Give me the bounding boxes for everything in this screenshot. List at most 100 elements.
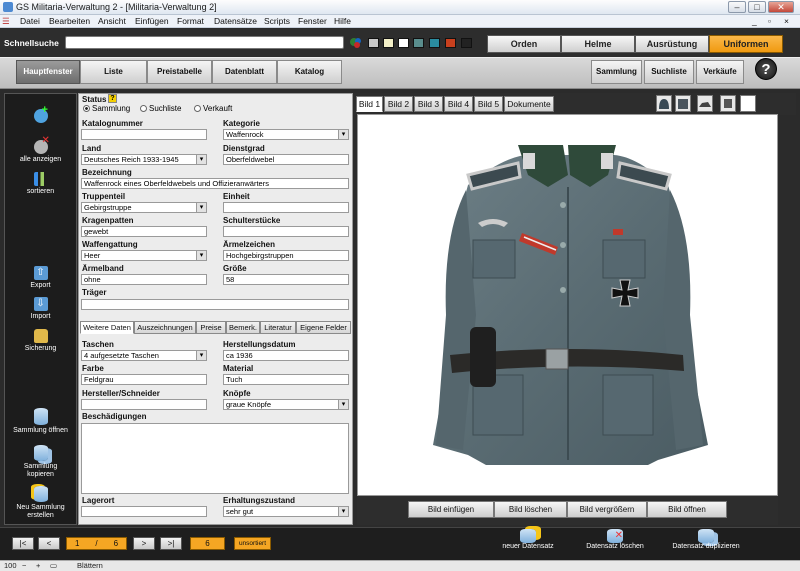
nav-sammlung[interactable]: Sammlung <box>591 60 642 84</box>
copy-collection-button[interactable]: Sammlung kopieren <box>4 445 77 479</box>
menu-bearbeiten[interactable]: Bearbeiten <box>49 16 90 27</box>
category-tab-ausruestung[interactable]: Ausrüstung <box>635 35 709 53</box>
menu-format[interactable]: Format <box>177 16 204 27</box>
material-field[interactable]: Tuch <box>223 374 349 385</box>
mdi-restore-button[interactable]: ▫ <box>768 16 771 27</box>
knoepfe-select[interactable]: graue Knöpfe <box>223 399 349 410</box>
taschen-select[interactable]: 4 aufgesetzte Taschen <box>81 350 207 361</box>
mdi-minimize-button[interactable]: _ <box>752 16 757 27</box>
einheit-field[interactable] <box>223 202 349 213</box>
sort-button[interactable]: sortieren <box>4 172 77 196</box>
open-collection-button[interactable]: Sammlung öffnen <box>4 408 77 435</box>
schulterstuecke-field[interactable] <box>223 226 349 237</box>
bezeichnung-field[interactable]: Waffenrock eines Oberfeldwebels und Offi… <box>81 178 349 189</box>
insert-image-button[interactable]: Bild einfügen <box>408 501 494 518</box>
dienstgrad-field[interactable]: Oberfeldwebel <box>223 154 349 165</box>
thumbnail-badge-icon[interactable] <box>720 95 736 112</box>
thumbnail-cap-icon[interactable] <box>697 95 713 112</box>
new-record-button[interactable]: neuer Datensatz <box>498 529 558 551</box>
menu-ansicht[interactable]: Ansicht <box>98 16 126 27</box>
color-swatch[interactable] <box>413 38 424 48</box>
color-swatch[interactable] <box>429 38 440 48</box>
delete-record-button[interactable]: ✕ Datensatz löschen <box>580 529 650 551</box>
herstellungsdatum-field[interactable]: ca 1936 <box>223 350 349 361</box>
color-swatch[interactable] <box>461 38 472 48</box>
nav-liste[interactable]: Liste <box>80 60 147 84</box>
image-tab-bild2[interactable]: Bild 2 <box>384 96 413 112</box>
image-tab-bild5[interactable]: Bild 5 <box>474 96 503 112</box>
help-button[interactable]: ? <box>755 58 777 80</box>
add-record-button[interactable]: + <box>4 105 77 125</box>
menu-datei[interactable]: Datei <box>20 16 40 27</box>
aermelzeichen-field[interactable]: Hochgebirgstruppen <box>223 250 349 261</box>
erhaltungszustand-select[interactable]: sehr gut <box>223 506 349 517</box>
category-tab-orden[interactable]: Orden <box>487 35 561 53</box>
layout-icon[interactable]: ▭ <box>50 561 57 571</box>
image-tab-bild1[interactable]: Bild 1 <box>356 96 383 112</box>
category-tab-uniformen[interactable]: Uniformen <box>709 35 783 53</box>
record-counter[interactable]: 1 / 6 <box>66 537 127 550</box>
menu-fenster[interactable]: Fenster <box>298 16 327 27</box>
image-viewer[interactable] <box>357 114 778 496</box>
groesse-field[interactable]: 58 <box>223 274 349 285</box>
nav-preistabelle[interactable]: Preistabelle <box>147 60 212 84</box>
enlarge-image-button[interactable]: Bild vergrößern <box>567 501 647 518</box>
menu-hilfe[interactable]: Hilfe <box>334 16 351 27</box>
next-record-button[interactable]: > <box>133 537 155 550</box>
import-button[interactable]: ⇩ Import <box>4 297 77 321</box>
thumbnail-uniform-icon[interactable] <box>675 95 691 112</box>
search-input[interactable] <box>65 36 344 49</box>
image-tab-dokumente[interactable]: Dokumente <box>504 96 554 112</box>
color-picker-icon[interactable] <box>349 36 363 50</box>
mdi-close-button[interactable]: × <box>784 16 789 27</box>
land-select[interactable]: Deutsches Reich 1933-1945 <box>81 154 207 165</box>
color-swatch[interactable] <box>398 38 409 48</box>
color-swatch[interactable] <box>368 38 379 48</box>
thumbnail-empty[interactable] <box>740 95 756 112</box>
nav-verkaeufe[interactable]: Verkäufe <box>696 60 744 84</box>
export-button[interactable]: ⇧ Export <box>4 266 77 290</box>
show-all-button[interactable]: ✕ alle anzeigen <box>4 136 77 164</box>
last-record-button[interactable]: >| <box>160 537 182 550</box>
menu-scripts[interactable]: Scripts <box>264 16 290 27</box>
delete-image-button[interactable]: Bild löschen <box>494 501 567 518</box>
minimize-button[interactable]: – <box>728 1 746 13</box>
open-image-button[interactable]: Bild öffnen <box>647 501 727 518</box>
truppenteil-select[interactable]: Gebirgstruppe <box>81 202 207 213</box>
status-option-suchliste[interactable]: Suchliste <box>140 104 181 113</box>
category-tab-helme[interactable]: Helme <box>561 35 635 53</box>
prev-record-button[interactable]: < <box>38 537 60 550</box>
menu-datensaetze[interactable]: Datensätze <box>214 16 257 27</box>
image-tab-bild4[interactable]: Bild 4 <box>444 96 473 112</box>
status-help-icon[interactable]: ? <box>108 94 117 103</box>
nav-suchliste[interactable]: Suchliste <box>644 60 694 84</box>
color-swatch[interactable] <box>445 38 456 48</box>
beschaedigungen-textarea[interactable] <box>81 423 349 494</box>
mdi-app-icon[interactable]: ☰ <box>2 16 10 27</box>
zoom-out-icon[interactable]: − <box>22 561 26 571</box>
close-button[interactable]: ✕ <box>768 1 794 13</box>
subtab-preise[interactable]: Preise <box>196 321 226 334</box>
duplicate-record-button[interactable]: Datensatz duplizieren <box>668 529 744 551</box>
subtab-eigene-felder[interactable]: Eigene Felder <box>296 321 351 334</box>
status-option-sammlung[interactable]: Sammlung <box>83 104 130 113</box>
menu-einfuegen[interactable]: Einfügen <box>135 16 169 27</box>
subtab-weitere-daten[interactable]: Weitere Daten <box>80 321 134 334</box>
kragenpatten-field[interactable]: gewebt <box>81 226 207 237</box>
subtab-bemerk[interactable]: Bemerk. <box>226 321 260 334</box>
farbe-field[interactable]: Feldgrau <box>81 374 207 385</box>
subtab-literatur[interactable]: Literatur <box>260 321 296 334</box>
new-collection-button[interactable]: Neu Sammlung erstellen <box>4 486 77 520</box>
katalognummer-field[interactable] <box>81 129 207 140</box>
color-swatch[interactable] <box>383 38 394 48</box>
traeger-field[interactable] <box>81 299 349 310</box>
thumbnail-helmet-icon[interactable] <box>656 95 672 112</box>
first-record-button[interactable]: |< <box>12 537 34 550</box>
zoom-in-icon[interactable]: + <box>36 561 40 571</box>
maximize-button[interactable]: □ <box>748 1 766 13</box>
image-tab-bild3[interactable]: Bild 3 <box>414 96 443 112</box>
lagerort-field[interactable] <box>81 506 207 517</box>
nav-katalog[interactable]: Katalog <box>277 60 342 84</box>
nav-hauptfenster[interactable]: Hauptfenster <box>16 60 80 84</box>
subtab-auszeichnungen[interactable]: Auszeichnungen <box>134 321 196 334</box>
